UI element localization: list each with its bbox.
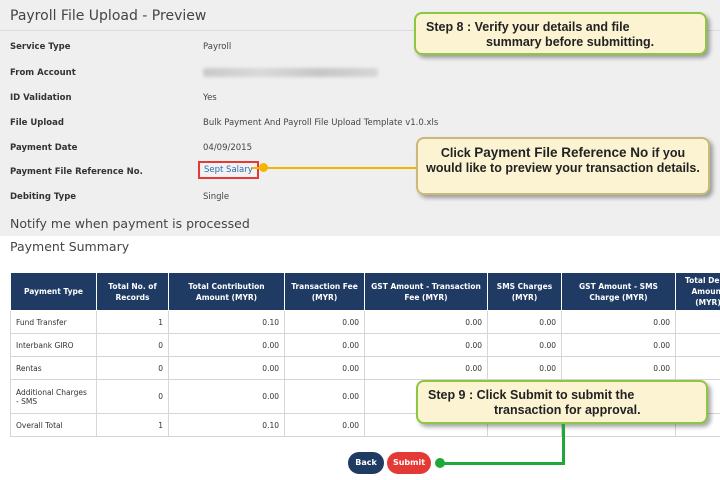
table-cell: 0.00 <box>364 356 488 380</box>
table-cell: Interbank GIRO <box>10 333 97 357</box>
step8-callout: Step 8 : Verify your details and file su… <box>414 12 707 55</box>
table-cell: 0.10 <box>168 413 285 437</box>
table-cell: Rentas <box>10 356 97 380</box>
table-cell: 0.10 <box>168 310 285 334</box>
table-cell: Overall Total <box>10 413 97 437</box>
detail-row-from-account: From Account <box>0 64 720 89</box>
payment-summary-title: Payment Summary <box>10 239 130 254</box>
table-cell: 0.00 <box>284 413 365 437</box>
payment-date-label: Payment Date <box>10 143 78 153</box>
id-validation-label: ID Validation <box>10 93 72 103</box>
table-cell: 0 <box>96 356 169 380</box>
back-button[interactable]: Back <box>348 452 384 474</box>
step8-line2: summary before submitting. <box>486 35 655 49</box>
table-cell: 0.00 <box>561 356 676 380</box>
table-cell: 0.00 <box>487 310 562 334</box>
page-title: Payroll File Upload - Preview <box>10 8 207 24</box>
detail-row-file-upload: File Upload Bulk Payment And Payroll Fil… <box>0 114 720 139</box>
table-cell: 0.00 <box>487 356 562 380</box>
notify-text: Notify me when payment is processed <box>10 216 250 231</box>
service-type-value: Payroll <box>203 42 232 52</box>
step9-post: to submit the <box>552 388 635 402</box>
table-cell: Fund Transfer <box>10 310 97 334</box>
table-cell: 0.00 <box>284 379 365 414</box>
table-cell: 0 <box>96 379 169 414</box>
table-row: Interbank GIRO 0 0.00 0.00 0.00 0.00 0.0… <box>10 333 720 357</box>
from-account-value-redacted <box>203 68 378 80</box>
col-header-payment-type: Payment Type <box>10 272 97 311</box>
payment-ref-connector-dot <box>259 163 268 172</box>
table-cell <box>675 310 720 334</box>
payref-callout-emph: Payment File Reference No <box>474 145 649 160</box>
service-type-label: Service Type <box>10 42 71 52</box>
step8-line1: Step 8 : Verify your details and file <box>426 20 630 34</box>
table-cell: 0.00 <box>364 310 488 334</box>
table-header-row: Payment Type Total No. of Records Total … <box>10 272 720 311</box>
debiting-type-label: Debiting Type <box>10 192 77 202</box>
table-cell: 0 <box>96 333 169 357</box>
table-cell: 0.00 <box>284 333 365 357</box>
table-cell: 0.00 <box>364 333 488 357</box>
payment-ref-label: Payment File Reference No. <box>10 167 143 177</box>
table-cell: 0.00 <box>168 379 285 414</box>
table-cell: 0.00 <box>561 310 676 334</box>
table-cell <box>675 356 720 380</box>
step9-connector-vertical <box>562 424 565 464</box>
from-account-label: From Account <box>10 68 76 78</box>
col-header-total-debit: Total Debit Amount (MYR) <box>675 272 720 311</box>
table-cell <box>675 333 720 357</box>
table-cell: 1 <box>96 413 169 437</box>
table-cell: 0.00 <box>487 333 562 357</box>
col-header-transaction-fee: Transaction Fee (MYR) <box>284 272 365 311</box>
table-cell: 0.00 <box>561 333 676 357</box>
file-upload-value: Bulk Payment And Payroll File Upload Tem… <box>203 118 439 128</box>
payment-ref-link[interactable]: Sept Salary <box>198 161 259 179</box>
payment-ref-connector <box>252 167 416 169</box>
table-cell: Additional Charges - SMS <box>10 379 97 414</box>
step9-pre: Step 9 : Click <box>428 388 510 402</box>
step9-connector-horizontal <box>440 462 565 465</box>
table-row: Fund Transfer 1 0.10 0.00 0.00 0.00 0.00 <box>10 310 720 334</box>
step9-line2: transaction for approval. <box>494 403 641 417</box>
table-cell: 0.00 <box>168 333 285 357</box>
table-row: Rentas 0 0.00 0.00 0.00 0.00 0.00 <box>10 356 720 380</box>
payment-ref-callout: Click Payment File Reference No if you w… <box>416 137 710 195</box>
table-cell: 0.00 <box>284 356 365 380</box>
col-header-total-records: Total No. of Records <box>96 272 169 311</box>
step9-connector-dot <box>435 458 445 468</box>
col-header-sms-charges: SMS Charges (MYR) <box>487 272 562 311</box>
table-cell: 0.00 <box>284 310 365 334</box>
col-header-gst-transaction-fee: GST Amount - Transaction Fee (MYR) <box>364 272 488 311</box>
file-upload-label: File Upload <box>10 118 64 128</box>
table-cell: 0.00 <box>168 356 285 380</box>
step9-callout: Step 9 : Click Submit to submit the tran… <box>416 380 708 424</box>
id-validation-value: Yes <box>203 93 217 103</box>
step9-emph: Submit <box>509 388 553 402</box>
payref-callout-pre: Click <box>440 146 475 160</box>
table-cell: 1 <box>96 310 169 334</box>
payment-date-value: 04/09/2015 <box>203 143 252 153</box>
detail-row-id-validation: ID Validation Yes <box>0 89 720 114</box>
submit-button[interactable]: Submit <box>387 452 431 474</box>
col-header-total-contribution: Total Contribution Amount (MYR) <box>168 272 285 311</box>
debiting-type-value: Single <box>203 192 230 202</box>
col-header-gst-sms-charge: GST Amount - SMS Charge (MYR) <box>561 272 676 311</box>
